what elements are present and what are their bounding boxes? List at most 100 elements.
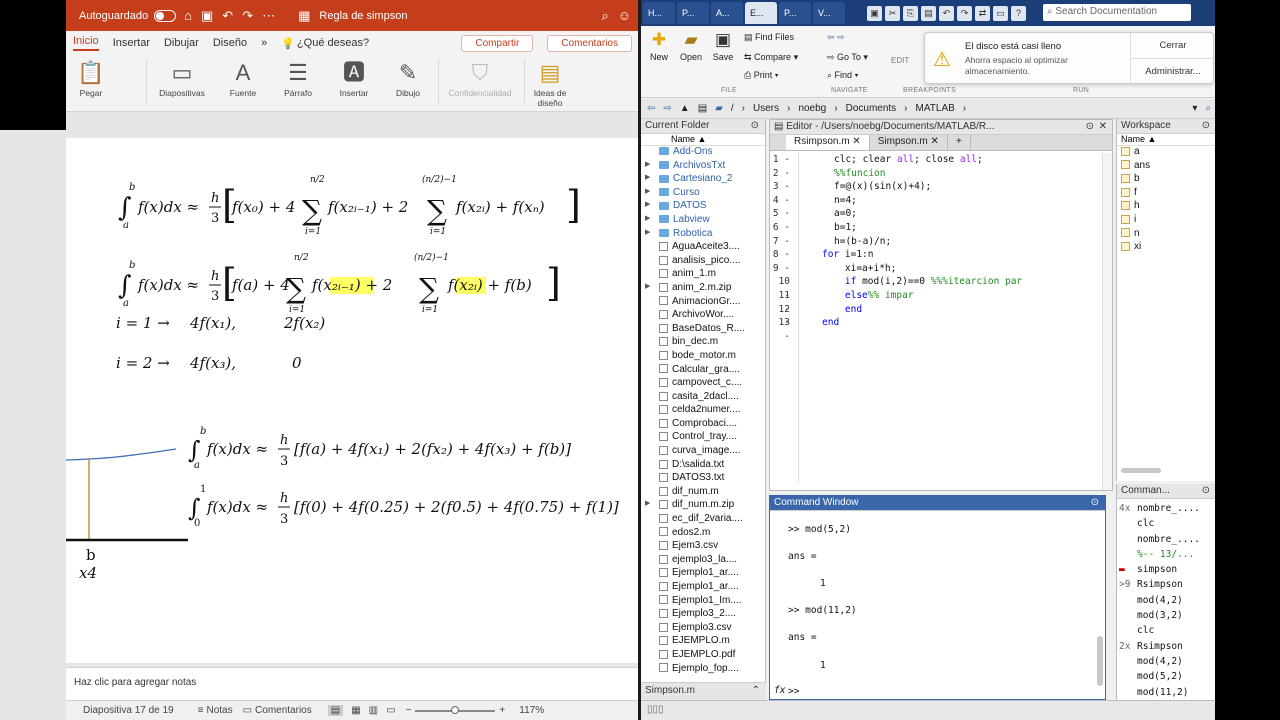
notes-toggle[interactable]: Notas bbox=[206, 705, 232, 716]
name-column-header[interactable]: Name ▲ bbox=[641, 134, 765, 146]
back-icon[interactable]: ⇦ bbox=[647, 103, 655, 114]
history-entry[interactable]: clc bbox=[1117, 518, 1215, 533]
tab-diseno[interactable]: Diseño bbox=[213, 37, 247, 49]
search-icon[interactable]: ⌕ bbox=[601, 8, 608, 24]
sorter-view-icon[interactable]: ▦ bbox=[351, 705, 360, 716]
workspace-variable[interactable]: n bbox=[1117, 228, 1215, 242]
expand-arrow-icon[interactable]: ▶ bbox=[645, 228, 650, 236]
find-files-button[interactable]: ▤ Find Files bbox=[744, 32, 794, 43]
path-documents[interactable]: Documents bbox=[846, 103, 897, 114]
file-item[interactable]: AguaAceite3.... bbox=[641, 241, 765, 255]
history-entry[interactable]: ▬ simpson bbox=[1117, 564, 1215, 579]
print-button[interactable]: ⎙ Print ▾ bbox=[744, 70, 779, 81]
line-number[interactable]: 7 - bbox=[770, 235, 790, 249]
file-item[interactable]: analisis_pico.... bbox=[641, 255, 765, 269]
paragraph-button[interactable]: ☰ Párrafo bbox=[274, 58, 322, 98]
file-item[interactable]: dif_num.m bbox=[641, 486, 765, 500]
line-number[interactable]: 4 - bbox=[770, 194, 790, 208]
more-tabs-icon[interactable]: » bbox=[261, 37, 267, 49]
file-item[interactable]: Ejem3.csv bbox=[641, 540, 765, 554]
share-button[interactable]: Compartir bbox=[461, 34, 534, 52]
line-number[interactable]: 2 - bbox=[770, 167, 790, 181]
file-item[interactable]: AnimacionGr.... bbox=[641, 296, 765, 310]
file-item[interactable]: casita_2dacl.... bbox=[641, 391, 765, 405]
history-entry[interactable]: 4x nombre_.... bbox=[1117, 503, 1215, 518]
qa-redo-icon[interactable]: ↷ bbox=[957, 5, 972, 21]
file-item[interactable]: Calcular_gra.... bbox=[641, 364, 765, 378]
editor-close-icon[interactable]: ✕ bbox=[1099, 121, 1107, 132]
compare-button[interactable]: ⇆ Compare ▾ bbox=[744, 52, 798, 63]
zoom-level[interactable]: 117% bbox=[519, 705, 544, 716]
qa-window-icon[interactable]: ▭ bbox=[993, 5, 1008, 21]
user-icon[interactable]: ☺ bbox=[618, 8, 631, 23]
path-matlab[interactable]: MATLAB bbox=[916, 103, 955, 114]
file-item[interactable]: Ejemplo3.csv bbox=[641, 622, 765, 636]
editor-tab-simpson[interactable]: Simpson.m ✕ bbox=[870, 135, 948, 150]
history-entry[interactable]: 2x Rsimpson bbox=[1117, 641, 1215, 656]
insert-button[interactable]: 🅰 Insertar bbox=[331, 58, 377, 98]
autosave-toggle[interactable] bbox=[154, 9, 177, 22]
code-line[interactable]: end bbox=[822, 316, 839, 330]
history-entry[interactable]: mod(4,2) bbox=[1117, 595, 1215, 610]
line-number[interactable]: 8 - bbox=[770, 248, 790, 262]
goto-button[interactable]: ⇨ Go To ▾ bbox=[827, 52, 868, 63]
file-item[interactable]: BaseDatos_R.... bbox=[641, 323, 765, 337]
panel-menu-icon[interactable]: ⊙ bbox=[751, 120, 759, 131]
qa-undo-icon[interactable]: ↶ bbox=[939, 5, 954, 21]
new-tab-button[interactable]: + bbox=[948, 135, 971, 150]
slide-canvas[interactable]: ∫ b a f(x)dx ≈ h 3 [ f(x₀) + 4 n/2 ∑ i=1… bbox=[66, 138, 640, 663]
notes-pane[interactable]: Haz clic para agregar notas bbox=[66, 667, 640, 700]
file-item[interactable]: D:\salida.txt bbox=[641, 459, 765, 473]
tab-close-icon[interactable]: ✕ bbox=[931, 136, 939, 147]
workspace-variable[interactable]: i bbox=[1117, 214, 1215, 228]
editor-tab-rsimpson[interactable]: Rsimpson.m ✕ bbox=[786, 135, 870, 150]
file-item[interactable]: curva_image.... bbox=[641, 445, 765, 459]
zoom-slider-thumb[interactable] bbox=[451, 705, 460, 714]
tab-apps[interactable]: A... bbox=[711, 2, 743, 24]
fx-icon[interactable]: fx bbox=[774, 685, 785, 696]
file-item[interactable]: bode_motor.m bbox=[641, 350, 765, 364]
folder-item[interactable]: ▶ ArchivosTxt bbox=[641, 160, 765, 174]
code-line[interactable]: if mod(i,2)==0 %%%itearcion par bbox=[822, 275, 1022, 289]
folder-item[interactable]: Add-Ons bbox=[641, 146, 765, 160]
file-item[interactable]: ▶ anim_2.m.zip bbox=[641, 282, 765, 296]
file-item[interactable]: bin_dec.m bbox=[641, 336, 765, 350]
file-item[interactable]: Ejemplo3_2.... bbox=[641, 608, 765, 622]
history-entry[interactable]: >9 Rsimpson bbox=[1117, 579, 1215, 594]
line-number[interactable]: 3 - bbox=[770, 180, 790, 194]
path-users[interactable]: Users bbox=[753, 103, 779, 114]
history-entry[interactable]: mod(3,2) bbox=[1117, 610, 1215, 625]
notification-close-button[interactable]: Cerrar bbox=[1130, 33, 1215, 59]
save-button[interactable]: ▣ Save bbox=[710, 30, 736, 62]
line-number[interactable]: 1 - bbox=[770, 153, 790, 167]
find-button[interactable]: ⌕ Find ▾ bbox=[827, 70, 858, 81]
tell-me-input[interactable]: ¿Qué deseas? bbox=[297, 37, 369, 49]
code-line[interactable]: xi=a+i*h; bbox=[822, 262, 896, 276]
history-entry[interactable]: mod(4,2) bbox=[1117, 656, 1215, 671]
qa-save-icon[interactable]: ▣ bbox=[867, 5, 882, 21]
workspace-variable[interactable]: f bbox=[1117, 187, 1215, 201]
line-number[interactable]: 9 - bbox=[770, 262, 790, 276]
nav-back-icon[interactable]: ⇦ ⇨ bbox=[827, 32, 845, 43]
history-entry[interactable]: clc bbox=[1117, 625, 1215, 640]
file-item[interactable]: Ejemplo1_ar.... bbox=[641, 567, 765, 581]
file-item[interactable]: EJEMPLO.m bbox=[641, 635, 765, 649]
history-menu-icon[interactable]: ⊙ bbox=[1202, 485, 1210, 496]
open-button[interactable]: ▰ Open bbox=[677, 30, 705, 62]
home-icon[interactable]: ⌂ bbox=[184, 8, 192, 23]
file-item[interactable]: campovect_c.... bbox=[641, 377, 765, 391]
line-number[interactable]: 5 - bbox=[770, 207, 790, 221]
workspace-menu-icon[interactable]: ⊙ bbox=[1202, 120, 1210, 131]
file-item[interactable]: ejemplo3_la.... bbox=[641, 554, 765, 568]
path-search-icon[interactable]: ⌕ bbox=[1205, 103, 1211, 114]
reading-view-icon[interactable]: ▥ bbox=[369, 705, 378, 716]
file-item[interactable]: anim_1.m bbox=[641, 268, 765, 282]
undo-icon[interactable]: ↶ bbox=[222, 8, 233, 24]
folder-item[interactable]: ▶ DATOS bbox=[641, 200, 765, 214]
workspace-variable[interactable]: b bbox=[1117, 173, 1215, 187]
file-item[interactable]: EJEMPLO.pdf bbox=[641, 649, 765, 663]
qa-switch-icon[interactable]: ⇄ bbox=[975, 5, 990, 21]
file-item[interactable]: Ejemplo1_ar.... bbox=[641, 581, 765, 595]
paste-button[interactable]: 📋 Pegar bbox=[72, 58, 110, 98]
slideshow-icon[interactable]: ▭ bbox=[386, 705, 395, 716]
